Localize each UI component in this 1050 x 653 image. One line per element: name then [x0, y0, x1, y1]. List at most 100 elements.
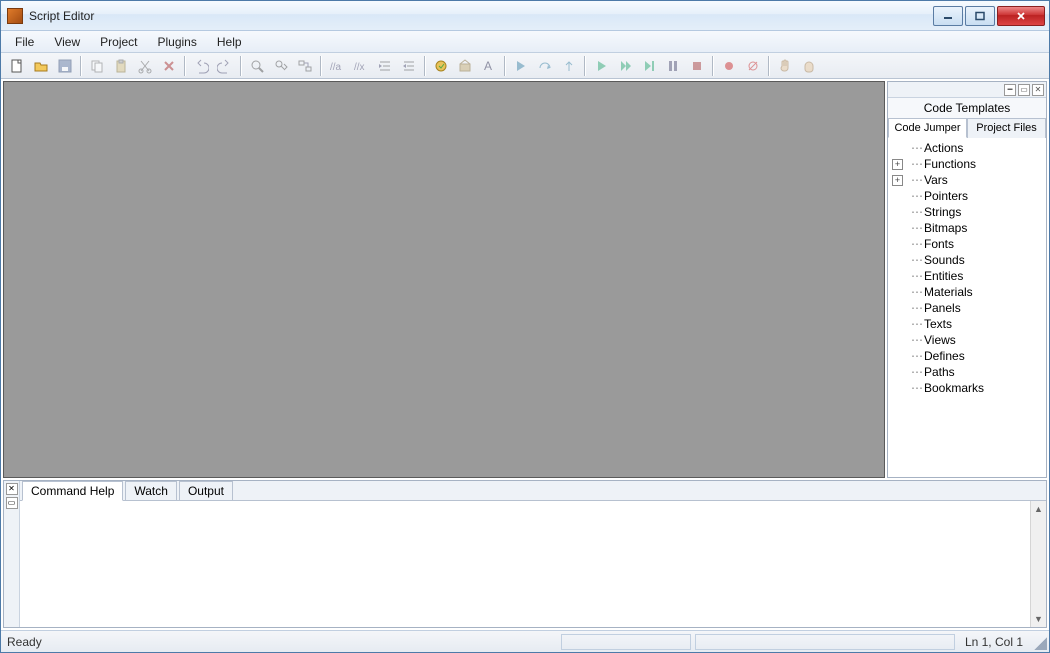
tree-item-fonts[interactable]: ⋯Fonts [888, 236, 1046, 252]
minimize-button[interactable] [933, 6, 963, 26]
replace-icon [294, 55, 316, 77]
indent-icon [374, 55, 396, 77]
compile-icon[interactable] [430, 55, 452, 77]
tree-item-sounds[interactable]: ⋯Sounds [888, 252, 1046, 268]
undo-icon [190, 55, 212, 77]
side-panel: ━ ▭ ✕ Code Templates Code JumperProject … [887, 81, 1047, 478]
tree-item-defines[interactable]: ⋯Defines [888, 348, 1046, 364]
tree-item-label: Strings [924, 205, 961, 219]
build-icon [454, 55, 476, 77]
bottom-panel: ✕ ▭ Command HelpWatchOutput ▲ ▼ [3, 480, 1047, 628]
tree-item-entities[interactable]: ⋯Entities [888, 268, 1046, 284]
toolbar-separator [424, 56, 426, 76]
scroll-down-icon[interactable]: ▼ [1031, 611, 1046, 627]
panel-close-icon[interactable]: ✕ [1032, 84, 1044, 96]
menu-plugins[interactable]: Plugins [148, 33, 207, 51]
menu-file[interactable]: File [5, 33, 44, 51]
tree-item-bookmarks[interactable]: ⋯Bookmarks [888, 380, 1046, 396]
side-tab-project-files[interactable]: Project Files [967, 118, 1046, 138]
paste-icon [110, 55, 132, 77]
tree-item-label: Functions [924, 157, 976, 171]
resize-grip-icon[interactable] [1031, 634, 1047, 650]
tree-item-paths[interactable]: ⋯Paths [888, 364, 1046, 380]
tree-item-strings[interactable]: ⋯Strings [888, 204, 1046, 220]
scroll-up-icon[interactable]: ▲ [1031, 501, 1046, 517]
window-title: Script Editor [29, 9, 933, 23]
panel-pin-icon[interactable]: ━ [1004, 84, 1016, 96]
expand-icon[interactable]: + [892, 159, 903, 170]
toolbar-separator [240, 56, 242, 76]
tree-item-pointers[interactable]: ⋯Pointers [888, 188, 1046, 204]
menu-help[interactable]: Help [207, 33, 252, 51]
copy-icon [86, 55, 108, 77]
hand-icon [774, 55, 796, 77]
tree-item-texts[interactable]: ⋯Texts [888, 316, 1046, 332]
toolbar-separator [504, 56, 506, 76]
editor-pane[interactable] [3, 81, 885, 478]
side-panel-tabs: Code JumperProject Files [888, 118, 1046, 138]
toolbar-separator [768, 56, 770, 76]
tree-item-label: Vars [924, 173, 948, 187]
window-frame: Script Editor FileViewProjectPluginsHelp… [0, 0, 1050, 653]
expand-icon[interactable]: + [892, 175, 903, 186]
status-text: Ready [1, 635, 559, 649]
panel-close-icon[interactable]: ✕ [6, 483, 18, 495]
step-over-icon [534, 55, 556, 77]
toolbar: //a//xA [1, 53, 1049, 79]
menubar: FileViewProjectPluginsHelp [1, 31, 1049, 53]
tree-item-label: Paths [924, 365, 955, 379]
tree-item-actions[interactable]: ⋯Actions [888, 140, 1046, 156]
new-file-icon[interactable] [6, 55, 28, 77]
run-to-icon [638, 55, 660, 77]
bottom-tab-command-help[interactable]: Command Help [22, 481, 123, 501]
outdent-icon [398, 55, 420, 77]
tree-item-views[interactable]: ⋯Views [888, 332, 1046, 348]
panel-restore-icon[interactable]: ▭ [6, 497, 18, 509]
tree-item-label: Entities [924, 269, 963, 283]
save-icon [54, 55, 76, 77]
menu-view[interactable]: View [44, 33, 90, 51]
side-panel-title: Code Templates [888, 98, 1046, 118]
statusbar: Ready Ln 1, Col 1 [1, 630, 1049, 652]
tree-item-label: Bitmaps [924, 221, 967, 235]
tree-item-materials[interactable]: ⋯Materials [888, 284, 1046, 300]
bottom-tab-watch[interactable]: Watch [125, 481, 177, 500]
tree-item-functions[interactable]: +⋯Functions [888, 156, 1046, 172]
tree-item-label: Views [924, 333, 956, 347]
bottom-panel-controls: ✕ ▭ [4, 481, 20, 627]
app-icon [7, 8, 23, 24]
tree-item-panels[interactable]: ⋯Panels [888, 300, 1046, 316]
tree-item-label: Sounds [924, 253, 965, 267]
find-next-icon [270, 55, 292, 77]
main-area: ━ ▭ ✕ Code Templates Code JumperProject … [1, 79, 1049, 480]
toolbar-separator [80, 56, 82, 76]
cut-icon [134, 55, 156, 77]
tree-item-label: Defines [924, 349, 965, 363]
status-well-2 [695, 634, 955, 650]
run-icon [590, 55, 612, 77]
grab-icon [798, 55, 820, 77]
vertical-scrollbar[interactable]: ▲ ▼ [1030, 501, 1046, 627]
tree-item-vars[interactable]: +⋯Vars [888, 172, 1046, 188]
panel-restore-icon[interactable]: ▭ [1018, 84, 1030, 96]
toolbar-separator [584, 56, 586, 76]
step-in-icon [510, 55, 532, 77]
uncomment-icon: //x [350, 55, 372, 77]
toolbar-separator [712, 56, 714, 76]
svg-text://x: //x [354, 62, 365, 73]
side-tab-code-jumper[interactable]: Code Jumper [888, 118, 967, 138]
toolbar-separator [184, 56, 186, 76]
tree-item-label: Pointers [924, 189, 968, 203]
tree-item-label: Bookmarks [924, 381, 984, 395]
tree-item-label: Texts [924, 317, 952, 331]
open-file-icon[interactable] [30, 55, 52, 77]
menu-project[interactable]: Project [90, 33, 147, 51]
tree-item-label: Materials [924, 285, 973, 299]
bottom-tab-output[interactable]: Output [179, 481, 233, 500]
tree-item-label: Panels [924, 301, 961, 315]
breakpoint-clear-icon [742, 55, 764, 77]
close-button[interactable] [997, 6, 1045, 26]
tree-item-bitmaps[interactable]: ⋯Bitmaps [888, 220, 1046, 236]
maximize-button[interactable] [965, 6, 995, 26]
code-jumper-tree[interactable]: ⋯Actions+⋯Functions+⋯Vars⋯Pointers⋯Strin… [888, 138, 1046, 477]
